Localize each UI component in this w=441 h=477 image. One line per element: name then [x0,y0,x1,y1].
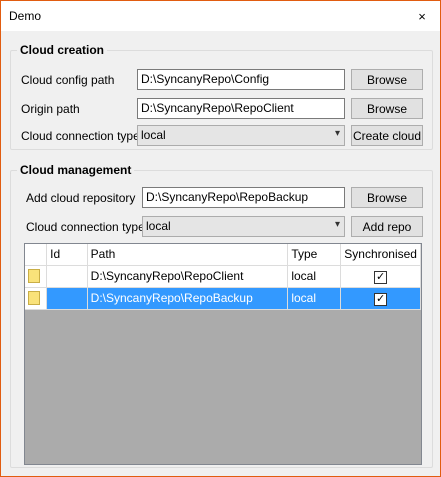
cell-path[interactable]: D:\SyncanyRepo\RepoClient [87,265,289,288]
repo-browse-button[interactable]: Browse [351,187,423,208]
folder-icon [28,269,40,284]
row-header[interactable] [25,287,48,310]
cell-path[interactable]: D:\SyncanyRepo\RepoBackup [87,287,289,310]
management-type-select[interactable]: local ▾ [142,216,345,237]
creation-type-label: Cloud connection type [21,129,140,143]
management-type-value: local [146,219,171,233]
origin-browse-button[interactable]: Browse [351,98,423,119]
add-repo-button[interactable]: Add repo [351,216,423,237]
row-header[interactable] [25,265,48,288]
synchronised-checkbox[interactable]: ✓ [374,270,388,284]
creation-type-select[interactable]: local ▾ [137,125,345,146]
create-cloud-button[interactable]: Create cloud [351,125,423,146]
cell-id[interactable] [46,265,88,288]
demo-window: Demo × Cloud creation Cloud config path … [0,0,441,477]
cell-synchronised[interactable]: ✓ [340,265,421,288]
table-row[interactable]: D:\SyncanyRepo\RepoBackup local ✓ [25,287,421,310]
column-header-type[interactable]: Type [287,244,342,266]
cell-type[interactable]: local [287,265,342,288]
title-bar: Demo × [1,1,440,31]
config-path-input[interactable]: D:\SyncanyRepo\Config [137,69,345,90]
cell-type[interactable]: local [287,287,342,310]
repository-grid[interactable]: Id Path Type Synchronised D:\SyncanyRepo… [24,243,422,465]
add-repo-input[interactable]: D:\SyncanyRepo\RepoBackup [142,187,345,208]
chevron-down-icon: ▾ [334,128,340,139]
config-path-label: Cloud config path [21,73,115,87]
synchronised-checkbox[interactable]: ✓ [374,292,388,306]
table-row[interactable]: D:\SyncanyRepo\RepoClient local ✓ [25,265,421,288]
column-header-id[interactable]: Id [46,244,88,266]
close-button[interactable]: × [404,1,440,31]
column-header-path[interactable]: Path [87,244,289,266]
column-header-synchronised[interactable]: Synchronised [340,244,421,266]
window-title: Demo [9,9,42,23]
grid-header-row: Id Path Type Synchronised [25,244,421,266]
folder-icon [28,291,40,306]
origin-path-label: Origin path [21,102,80,116]
add-repo-label: Add cloud repository [26,191,136,205]
management-type-label: Cloud connection type [26,220,145,234]
cloud-creation-title: Cloud creation [17,43,108,57]
cloud-management-title: Cloud management [17,163,135,177]
config-browse-button[interactable]: Browse [351,69,423,90]
origin-path-input[interactable]: D:\SyncanyRepo\RepoClient [137,98,345,119]
row-header-corner [25,244,48,266]
chevron-down-icon: ▾ [334,219,340,230]
cell-synchronised[interactable]: ✓ [340,287,421,310]
cell-id[interactable] [46,287,88,310]
creation-type-value: local [141,128,166,142]
